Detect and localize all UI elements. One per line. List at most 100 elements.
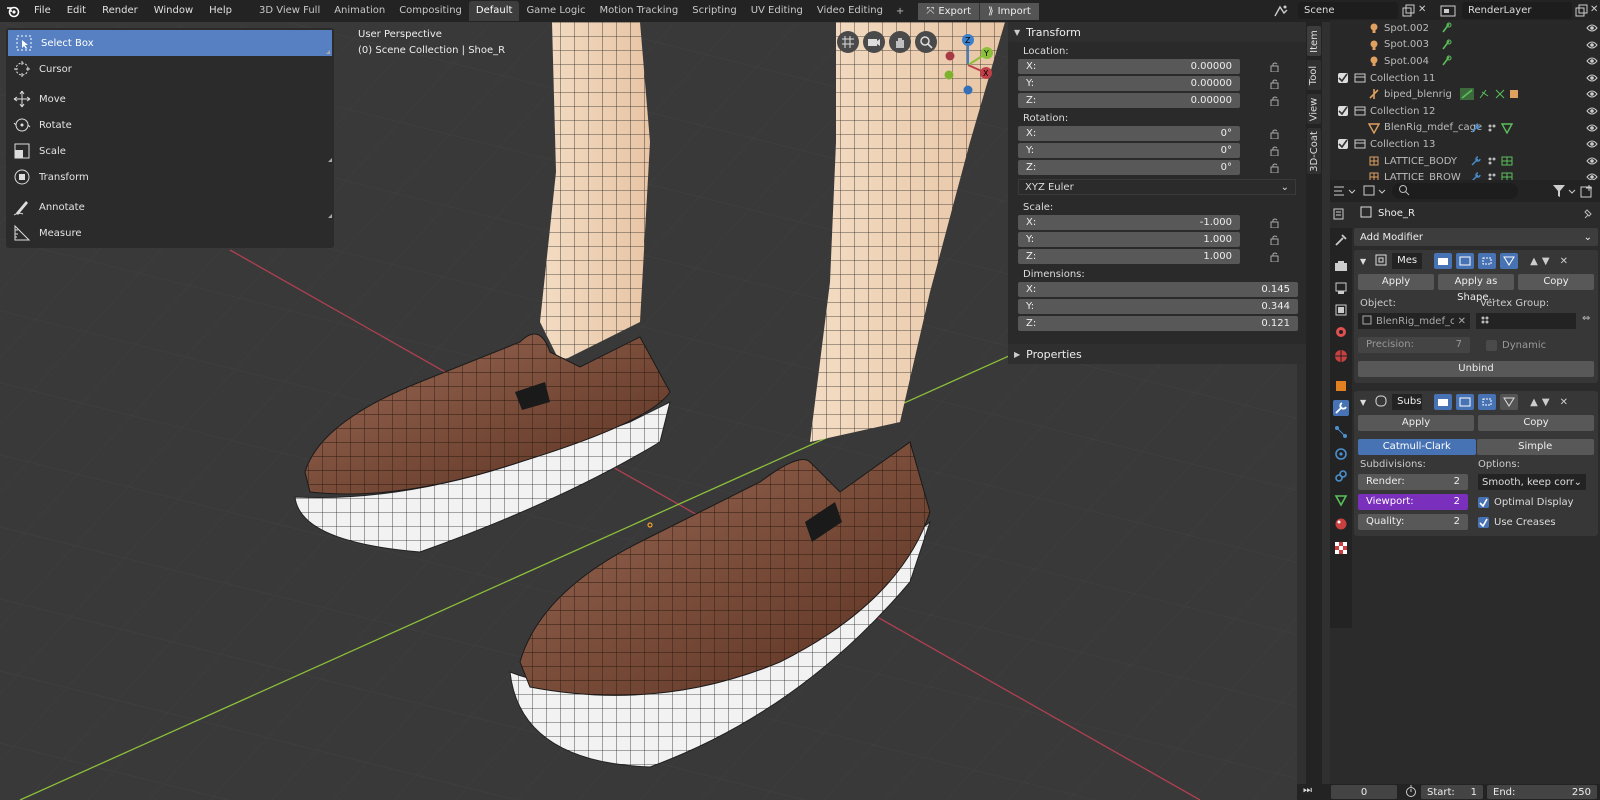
- menu-edit[interactable]: Edit: [59, 0, 94, 22]
- menu-render[interactable]: Render: [94, 0, 146, 22]
- catmull-clark-toggle[interactable]: Catmull-Clark: [1358, 439, 1476, 455]
- cage-toggle-icon[interactable]: [1500, 394, 1519, 410]
- vertex-group-field[interactable]: [1476, 313, 1576, 329]
- rotation-y-field[interactable]: Y: 0°: [1018, 143, 1240, 158]
- uv-smooth-dropdown[interactable]: Smooth, keep corners⌄: [1478, 474, 1586, 490]
- scale-x-field[interactable]: X: -1.000: [1018, 215, 1240, 230]
- edit-mode-toggle-icon[interactable]: [1434, 253, 1453, 269]
- apply-as-shape-button[interactable]: Apply as Shape..: [1438, 274, 1514, 303]
- tool-measure[interactable]: Measure: [6, 220, 334, 246]
- renderlayer-copy-icon[interactable]: [1574, 4, 1588, 21]
- visibility-eye-icon[interactable]: [1586, 156, 1598, 169]
- camera-view-icon[interactable]: [863, 31, 885, 53]
- tab-3d-coat[interactable]: 3D-Coat: [1307, 128, 1321, 174]
- location-x-field[interactable]: X: 0.00000: [1018, 59, 1240, 74]
- precision-field[interactable]: Precision: 7: [1358, 337, 1470, 353]
- tab-motion-tracking[interactable]: Motion Tracking: [593, 1, 686, 21]
- rotation-x-field[interactable]: X: 0°: [1018, 126, 1240, 141]
- tool-settings-icon[interactable]: [1333, 232, 1349, 248]
- start-frame-field[interactable]: Start: 1: [1421, 785, 1483, 799]
- dimensions-y-field[interactable]: Y: 0.344: [1018, 299, 1298, 314]
- collapse-triangle-icon[interactable]: ▼: [1360, 257, 1366, 266]
- scale-z-field[interactable]: Z: 1.000: [1018, 249, 1240, 264]
- tab-default[interactable]: Default: [468, 1, 520, 21]
- modifier-data-icons[interactable]: [1460, 88, 1520, 103]
- scene-close-icon[interactable]: ✕: [1418, 4, 1426, 15]
- copy-button[interactable]: Copy: [1478, 415, 1594, 431]
- material-icon[interactable]: [1333, 516, 1349, 532]
- lock-icon[interactable]: [1270, 218, 1280, 228]
- tab-tool[interactable]: Tool: [1307, 60, 1321, 90]
- tool-transform[interactable]: Transform: [6, 164, 334, 190]
- current-frame-field[interactable]: 0: [1331, 785, 1397, 799]
- remove-modifier-icon[interactable]: ✕: [1560, 256, 1568, 267]
- physics-icon[interactable]: [1333, 446, 1349, 462]
- filter-funnel-icon[interactable]: [1552, 184, 1578, 201]
- lock-icon[interactable]: [1270, 252, 1280, 262]
- modifier-name-field[interactable]: Mes: [1392, 253, 1423, 269]
- display-mode-icon[interactable]: [1332, 184, 1358, 201]
- render-toggle-icon[interactable]: [1456, 253, 1475, 269]
- texture-checker-icon[interactable]: [1333, 540, 1349, 556]
- dimensions-z-field[interactable]: Z: 0.121: [1018, 316, 1298, 331]
- new-collection-icon[interactable]: [1580, 184, 1594, 201]
- add-modifier-dropdown[interactable]: Add Modifier ⌄: [1354, 228, 1598, 246]
- move-up-icon[interactable]: ▲: [1530, 397, 1538, 408]
- scene-properties-icon[interactable]: [1333, 324, 1349, 340]
- render-properties-icon[interactable]: [1333, 258, 1349, 274]
- tab-uv-editing[interactable]: UV Editing: [744, 1, 810, 21]
- stopwatch-icon[interactable]: [1405, 785, 1417, 800]
- scale-y-field[interactable]: Y: 1.000: [1018, 232, 1240, 247]
- menu-file[interactable]: File: [26, 0, 59, 22]
- visibility-eye-icon[interactable]: [1586, 23, 1598, 36]
- add-workspace-button[interactable]: +: [890, 6, 910, 17]
- move-up-icon[interactable]: ▲: [1530, 256, 1538, 267]
- outliner-row[interactable]: Spot.003: [1330, 37, 1600, 54]
- output-properties-icon[interactable]: [1333, 280, 1349, 296]
- filter-view-icon[interactable]: [1362, 184, 1388, 201]
- outliner-row[interactable]: Collection 13: [1330, 136, 1600, 153]
- scene-copy-icon[interactable]: [1401, 4, 1415, 21]
- tab-video-editing[interactable]: Video Editing: [810, 1, 890, 21]
- import-button[interactable]: ⟫ Import: [979, 2, 1039, 20]
- lock-icon[interactable]: [1270, 62, 1280, 72]
- tab-game-logic[interactable]: Game Logic: [519, 1, 592, 21]
- outliner-row[interactable]: Collection 12: [1330, 103, 1600, 120]
- jump-end-icon[interactable]: ⏭: [1303, 785, 1312, 796]
- visibility-eye-icon[interactable]: [1586, 40, 1598, 53]
- modifier-data-icons[interactable]: [1440, 39, 1452, 54]
- renderlayer-close-icon[interactable]: ✕: [1590, 4, 1598, 15]
- viewport-levels-field[interactable]: Viewport: 2: [1358, 494, 1468, 510]
- toggle-grid-icon[interactable]: [837, 31, 859, 53]
- export-button[interactable]: ⤧ Export: [918, 2, 980, 20]
- modifier-wrench-icon[interactable]: [1333, 400, 1349, 416]
- properties-panel-header[interactable]: ▶ Properties: [1008, 344, 1306, 364]
- modifier-data-icons[interactable]: [1440, 55, 1452, 70]
- outliner-row[interactable]: biped_blenrig: [1330, 86, 1600, 103]
- object-data-icon[interactable]: [1333, 492, 1349, 508]
- transform-panel-header[interactable]: ▼ Transform: [1008, 22, 1306, 42]
- tool-cursor[interactable]: Cursor: [6, 56, 334, 82]
- constraints-icon[interactable]: [1333, 468, 1349, 484]
- tool-annotate[interactable]: Annotate: [6, 194, 334, 220]
- pin-icon[interactable]: [1582, 207, 1594, 222]
- apply-button[interactable]: Apply: [1358, 415, 1474, 431]
- modifier-data-icons[interactable]: [1470, 122, 1518, 137]
- tool-select-box[interactable]: Select Box: [8, 30, 332, 56]
- copy-button[interactable]: Copy: [1518, 274, 1594, 290]
- tool-rotate[interactable]: Rotate: [6, 112, 334, 138]
- apply-button[interactable]: Apply: [1358, 274, 1434, 290]
- lock-icon[interactable]: [1270, 146, 1280, 156]
- outliner-row[interactable]: Spot.002: [1330, 20, 1600, 37]
- tool-move[interactable]: Move: [6, 86, 334, 112]
- modifier-data-icons[interactable]: [1470, 171, 1518, 180]
- pan-hand-icon[interactable]: [889, 31, 911, 53]
- modifier-data-icons[interactable]: [1470, 155, 1518, 170]
- optimal-display-checkbox[interactable]: Optimal Display: [1478, 496, 1574, 508]
- render-toggle-icon[interactable]: [1456, 394, 1475, 410]
- tool-scale[interactable]: Scale: [6, 138, 334, 164]
- tab-compositing[interactable]: Compositing: [392, 1, 469, 21]
- tab-scripting[interactable]: Scripting: [685, 1, 743, 21]
- tab-3d-view-full[interactable]: 3D View Full: [252, 1, 327, 21]
- location-z-field[interactable]: Z: 0.00000: [1018, 93, 1240, 108]
